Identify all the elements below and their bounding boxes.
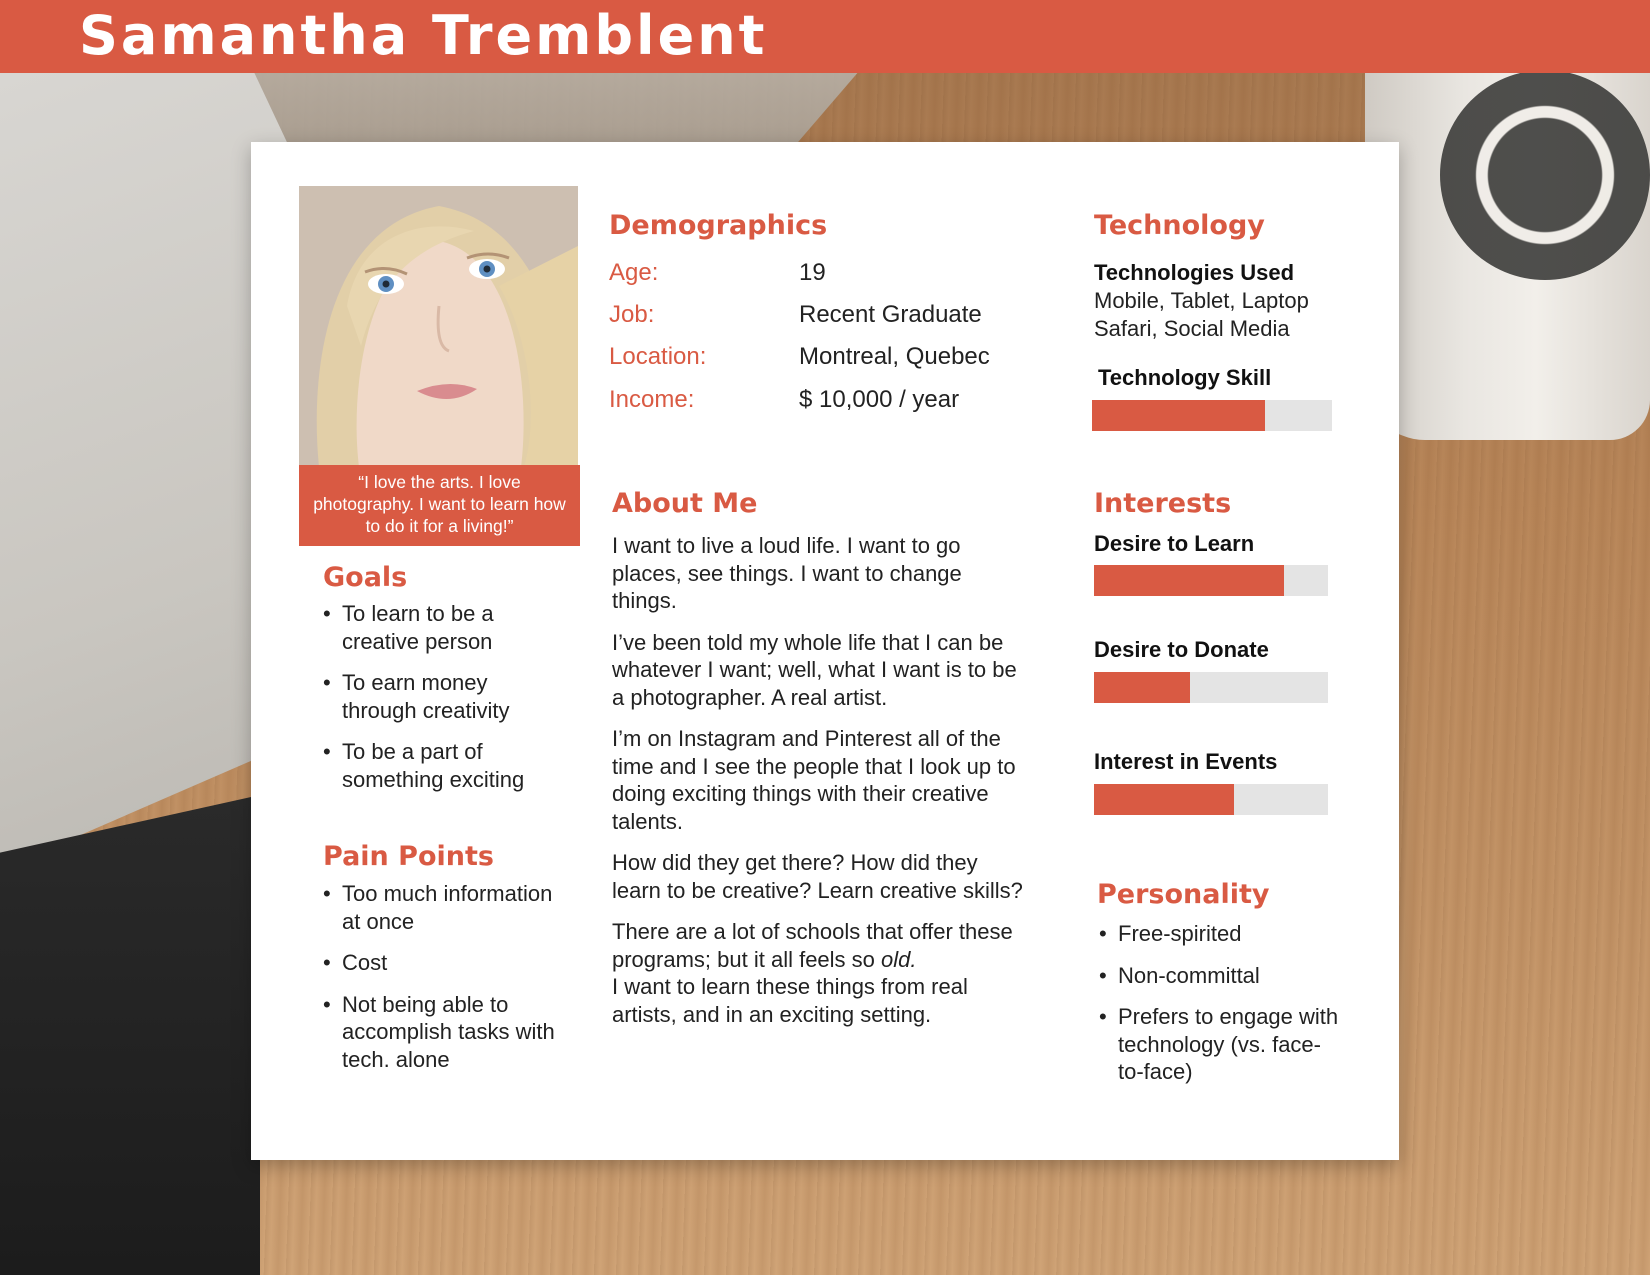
about-me-text-part: There are a lot of schools that offer th… bbox=[612, 919, 1013, 972]
about-me-paragraph: I’m on Instagram and Pinterest all of th… bbox=[612, 726, 1016, 834]
pain-points-item: Too much information at once bbox=[323, 880, 563, 935]
interest-bar-donate bbox=[1094, 672, 1328, 703]
pain-points-list: Too much information at once Cost Not be… bbox=[323, 880, 563, 1087]
about-me-paragraph: I’ve been told my whole life that I can … bbox=[612, 629, 1017, 710]
technology-title: Technology bbox=[1094, 210, 1265, 241]
interests-title: Interests bbox=[1094, 488, 1232, 519]
technologies-used-line: Safari, Social Media bbox=[1094, 315, 1290, 341]
demographics-label: Income: bbox=[609, 386, 695, 413]
demographics-value: $ 10,000 / year bbox=[799, 386, 960, 413]
demographics-label: Location: bbox=[609, 343, 707, 370]
personality-item: Free-spirited bbox=[1099, 920, 1339, 948]
pain-points-item: Not being able to accomplish tasks with … bbox=[323, 991, 563, 1074]
technologies-used-line: Mobile, Tablet, Laptop bbox=[1094, 288, 1309, 313]
technologies-used-list: Mobile, Tablet, Laptop Safari, Social Me… bbox=[1094, 287, 1374, 342]
about-me-paragraph: There are a lot of schools that offer th… bbox=[612, 918, 1032, 1028]
personality-item: Prefers to engage with technology (vs. f… bbox=[1099, 1003, 1339, 1086]
persona-photo bbox=[299, 186, 578, 467]
background-tablet bbox=[0, 795, 260, 1275]
coffee-cup-logo bbox=[1440, 70, 1650, 280]
goals-title: Goals bbox=[323, 562, 408, 593]
pain-points-item: Cost bbox=[323, 949, 563, 977]
about-me-title: About Me bbox=[612, 488, 758, 519]
demographics-title: Demographics bbox=[609, 210, 828, 241]
photo-quote: “I love the arts. I love photography. I … bbox=[299, 465, 580, 546]
interest-fill-learn bbox=[1094, 565, 1284, 596]
technologies-used-label: Technologies Used bbox=[1094, 260, 1295, 285]
goals-list: To learn to be a creative person To earn… bbox=[323, 600, 563, 807]
technology-skill-label: Technology Skill bbox=[1098, 365, 1272, 390]
demographics-label: Age: bbox=[609, 259, 659, 286]
about-me-paragraph: How did they get there? How did they lea… bbox=[612, 850, 1023, 903]
about-me-paragraph: I want to live a loud life. I want to go… bbox=[612, 533, 962, 613]
demographics-value: Recent Graduate bbox=[799, 301, 982, 328]
interest-fill-events bbox=[1094, 784, 1235, 815]
demographics-value: 19 bbox=[799, 259, 826, 286]
technology-skill-bar bbox=[1092, 400, 1332, 431]
interest-fill-donate bbox=[1094, 672, 1190, 703]
personality-list: Free-spirited Non-committal Prefers to e… bbox=[1099, 920, 1339, 1100]
about-me-text-part: I want to learn these things from real a… bbox=[612, 974, 968, 1027]
demographics-value: Montreal, Quebec bbox=[799, 343, 990, 370]
goals-item: To be a part of something exciting bbox=[323, 738, 563, 793]
goals-item: To learn to be a creative person bbox=[323, 600, 563, 655]
pain-points-title: Pain Points bbox=[323, 841, 494, 872]
interest-label-events: Interest in Events bbox=[1094, 749, 1278, 774]
persona-card: “I love the arts. I love photography. I … bbox=[251, 142, 1399, 1160]
interest-label-donate: Desire to Donate bbox=[1094, 637, 1269, 662]
interest-bar-events bbox=[1094, 784, 1328, 815]
persona-name: Samantha Tremblent bbox=[79, 4, 768, 67]
title-bar: Samantha Tremblent bbox=[0, 0, 1650, 73]
about-me-text: I want to live a loud life. I want to go… bbox=[612, 532, 1032, 1042]
about-me-emphasis: old. bbox=[881, 946, 917, 972]
technology-skill-fill bbox=[1092, 400, 1265, 431]
interest-bar-learn bbox=[1094, 565, 1328, 596]
interest-label-learn: Desire to Learn bbox=[1094, 531, 1255, 556]
goals-item: To earn money through creativity bbox=[323, 669, 563, 724]
demographics-label: Job: bbox=[609, 301, 655, 328]
personality-title: Personality bbox=[1097, 879, 1270, 910]
personality-item: Non-committal bbox=[1099, 962, 1339, 990]
